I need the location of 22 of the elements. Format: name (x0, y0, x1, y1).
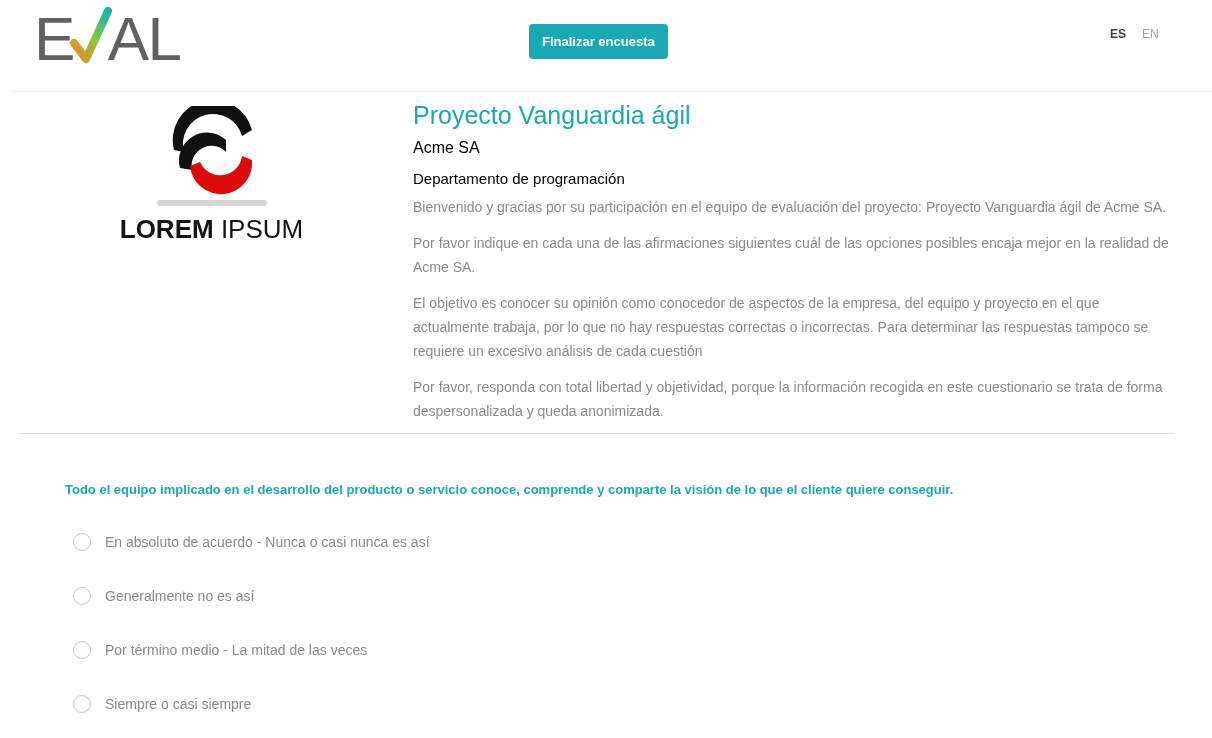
project-title: Proyecto Vanguardia ágil (413, 100, 692, 130)
company-logo-text: LOREM IPSUM (119, 216, 304, 242)
department-name: Departamento de programación (413, 169, 626, 189)
company-name: Acme SA (413, 138, 481, 158)
option-label: Por término medio - La mitad de las veces (105, 640, 368, 660)
radio-button[interactable] (73, 587, 91, 605)
logo-letter: E (34, 8, 74, 70)
option-label: Siempre o casi siempre (105, 694, 252, 714)
radio-button[interactable] (73, 641, 91, 659)
intro-paragraph: Por favor indique en cada una de las afirmaciones siguientes cuál de las opciones posibles encaja mejor en la realidad de Acme SA. (413, 233, 1170, 277)
intro-paragraph: Por favor, responda con total libertad y objetividad, porque la información recogida en este cuestionario se trata de forma despersonalizada y queda anonimizada. (413, 377, 1164, 421)
question-text: Todo el equipo implicado en el desarrollo del producto o servicio conoce, comprende y comparte la visión de lo que el cliente quiere conseguir. (65, 480, 955, 499)
finish-survey-button[interactable]: Finalizar encuesta (529, 24, 668, 59)
option-label: En absoluto de acuerdo - Nunca o casi nunca es así (105, 532, 430, 552)
language-link[interactable]: EN (1142, 25, 1159, 43)
logo-letters: AL (107, 8, 181, 70)
intro-paragraph: Bienvenido y gracias por su participación en el equipo de evaluación del proyecto: Proyecto Vanguardia ágil de Acme SA. (413, 197, 1168, 217)
radio-button[interactable] (73, 533, 91, 551)
radio-button[interactable] (73, 695, 91, 713)
option-label: Generalmente no es así (105, 586, 255, 606)
language-link[interactable]: ES (1110, 25, 1126, 43)
intro-paragraph: El objetivo es conocer su opinión como conocedor de aspectos de la empresa, del equipo y proyecto en el que actualmente trabaja, por lo que no hay respuestas correctas o incorrectas. Para determinar las respuestas tampoco se requiere un excesivo análisis de cada cuestión (413, 293, 1150, 361)
